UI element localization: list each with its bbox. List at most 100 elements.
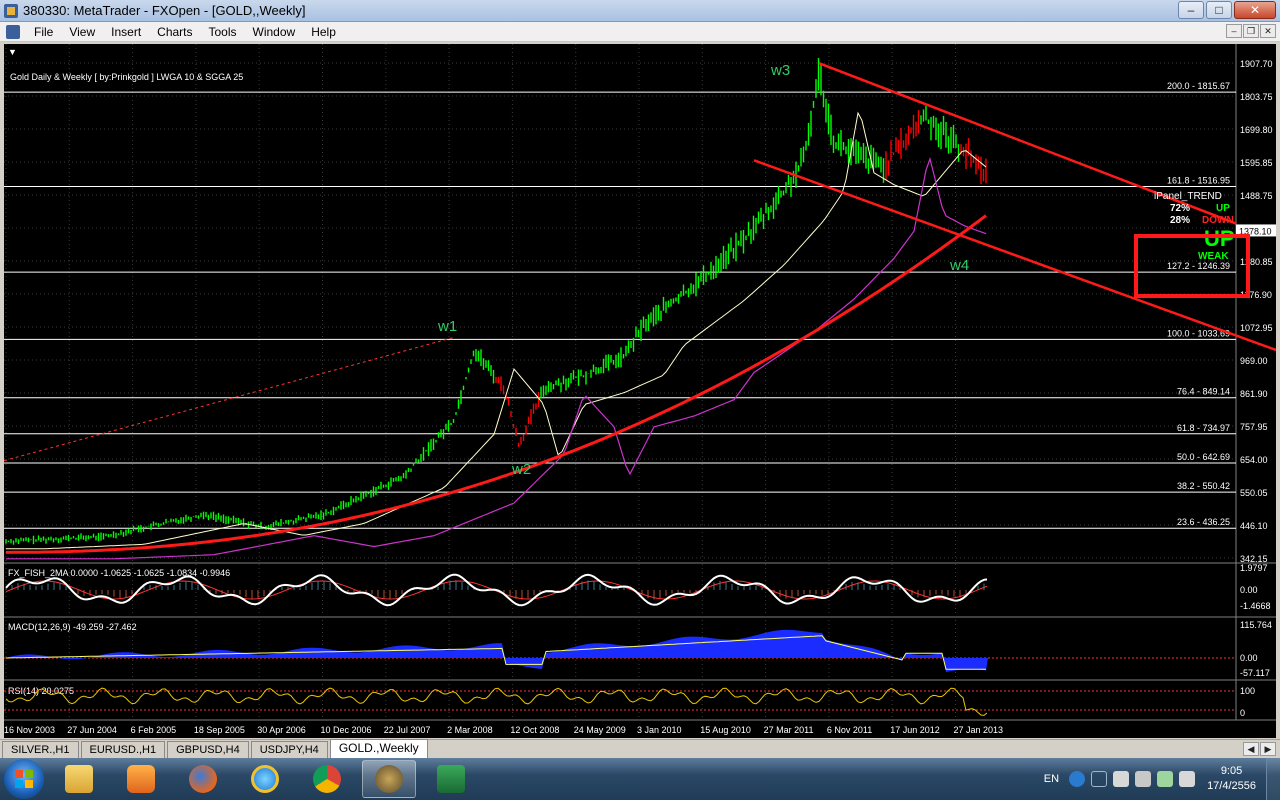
metatrader-icon xyxy=(375,765,403,793)
help-icon[interactable] xyxy=(1069,771,1086,787)
ipanel-title: iPanel_TREND xyxy=(1154,191,1222,202)
tab-scroll-right-button[interactable]: ▶ xyxy=(1260,742,1276,756)
taskbar-ie[interactable] xyxy=(238,760,292,798)
rsi-axis-label: 0 xyxy=(1240,708,1245,718)
date-axis-label: 30 Apr 2006 xyxy=(257,725,306,735)
date-axis-label: 27 Jun 2004 xyxy=(67,725,117,735)
network-icon[interactable] xyxy=(1157,771,1174,787)
tab-usdjpy[interactable]: USDJPY,H4 xyxy=(250,741,328,758)
ma-slow-line xyxy=(6,214,987,554)
tab-gold-weekly[interactable]: GOLD.,Weekly xyxy=(329,739,428,758)
tab-silver[interactable]: SILVER.,H1 xyxy=(2,741,79,758)
taskbar-explorer[interactable] xyxy=(52,760,106,798)
ipanel-down-pct: 28% xyxy=(1170,215,1190,226)
date-axis-label: 12 Oct 2008 xyxy=(510,725,559,735)
show-desktop-button[interactable] xyxy=(1266,758,1280,800)
date-axis-label: 3 Jan 2010 xyxy=(637,725,682,735)
tab-eurusd[interactable]: EURUSD.,H1 xyxy=(80,741,166,758)
menu-file[interactable]: File xyxy=(26,25,61,39)
taskbar-metatrader[interactable] xyxy=(362,760,416,798)
chart-window-icon[interactable] xyxy=(6,24,20,39)
ipanel-down-label: DOWN xyxy=(1202,215,1234,226)
fib-label: 76.4 - 849.14 xyxy=(1177,387,1230,397)
price-axis-label: 1595.85 xyxy=(1240,158,1273,168)
ipanel-up-pct: 72% xyxy=(1170,203,1190,214)
title-bar: 380330: MetaTrader - FXOpen - [GOLD,,Wee… xyxy=(0,0,1280,22)
language-indicator[interactable]: EN xyxy=(1044,773,1059,785)
price-axis-label: 861.90 xyxy=(1240,389,1268,399)
power-icon[interactable] xyxy=(1135,771,1152,787)
menu-insert[interactable]: Insert xyxy=(103,25,149,39)
menu-charts[interactable]: Charts xyxy=(149,25,200,39)
price-axis-label: 446.10 xyxy=(1240,521,1268,531)
macd-label: MACD(12,26,9) -49.259 -27.462 xyxy=(8,622,137,632)
wave-label: w2 xyxy=(511,461,531,478)
dotted-trend-line xyxy=(4,336,455,462)
taskbar-chrome[interactable] xyxy=(300,760,354,798)
date-axis-label: 22 Jul 2007 xyxy=(384,725,431,735)
excel-icon xyxy=(437,765,465,793)
ipanel-up-label: UP xyxy=(1216,203,1230,214)
ie-icon xyxy=(251,765,279,793)
maximize-button[interactable]: □ xyxy=(1206,1,1232,19)
clock[interactable]: 9:05 17/4/2556 xyxy=(1207,764,1256,794)
date-axis-label: 16 Nov 2003 xyxy=(4,725,55,735)
system-tray: EN 9:05 17/4/2556 xyxy=(1044,758,1280,800)
taskbar: EN 9:05 17/4/2556 xyxy=(0,758,1280,800)
menu-window[interactable]: Window xyxy=(245,25,304,39)
price-axis-label: 1803.75 xyxy=(1240,92,1273,102)
minimize-button[interactable]: – xyxy=(1178,1,1204,19)
taskbar-excel[interactable] xyxy=(424,760,478,798)
rsi-line xyxy=(5,687,988,716)
date-axis-label: 27 Mar 2011 xyxy=(764,725,814,735)
fib-label: 161.8 - 1516.95 xyxy=(1167,176,1230,186)
price-chart[interactable]: 1907.701803.751699.801595.851488.751378.… xyxy=(4,44,1276,738)
mdi-restore-button[interactable]: ❐ xyxy=(1243,24,1259,38)
explorer-icon xyxy=(65,765,93,793)
fisher-axis-label: -1.4668 xyxy=(1240,601,1271,611)
metatrader-icon xyxy=(4,3,18,18)
price-axis-label: 550.05 xyxy=(1240,488,1268,498)
clock-date: 17/4/2556 xyxy=(1207,780,1256,792)
mdi-close-button[interactable]: ✕ xyxy=(1260,24,1276,38)
chart-menu-arrow-icon: ▼ xyxy=(8,47,17,57)
chart-tabs: SILVER.,H1 EURUSD.,H1 GBPUSD,H4 USDJPY,H… xyxy=(0,739,1280,758)
start-button[interactable] xyxy=(4,759,44,799)
taskbar-firefox[interactable] xyxy=(176,760,230,798)
price-axis-label: 1280.85 xyxy=(1240,257,1273,267)
price-axis-label: 757.95 xyxy=(1240,422,1268,432)
tab-scroll-left-button[interactable]: ◀ xyxy=(1243,742,1259,756)
date-axis-label: 24 May 2009 xyxy=(574,725,626,735)
date-axis-label: 27 Jan 2013 xyxy=(954,725,1004,735)
price-axis-label: 1488.75 xyxy=(1240,191,1273,201)
price-axis-label: 969.00 xyxy=(1240,356,1268,366)
menu-tools[interactable]: Tools xyxy=(201,25,245,39)
wave-label: w4 xyxy=(949,257,969,274)
ma-mid-line xyxy=(6,156,987,560)
flag-icon[interactable] xyxy=(1113,771,1130,787)
volume-icon[interactable] xyxy=(1179,771,1196,787)
fib-label: 38.2 - 550.42 xyxy=(1177,481,1230,491)
fib-label: 200.0 - 1815.67 xyxy=(1167,81,1230,91)
wave-label: w3 xyxy=(770,62,790,79)
menu-help[interactable]: Help xyxy=(303,25,344,39)
tab-gbpusd[interactable]: GBPUSD,H4 xyxy=(167,741,249,758)
show-hidden-icons-icon[interactable] xyxy=(1091,771,1108,787)
close-button[interactable]: ✕ xyxy=(1234,1,1276,19)
wave-label: w1 xyxy=(437,318,457,335)
clock-time: 9:05 xyxy=(1220,765,1243,777)
ipanel-strength: WEAK xyxy=(1198,251,1229,262)
macd-axis-label: -57.117 xyxy=(1240,668,1270,678)
price-axis-label: 654.00 xyxy=(1240,455,1268,465)
media-player-icon xyxy=(127,765,155,793)
chart-header: Gold Daily & Weekly [ by:Prinkgold ] LWG… xyxy=(10,72,243,82)
fib-label: 50.0 - 642.69 xyxy=(1177,452,1230,462)
macd-axis-label: 115.764 xyxy=(1240,620,1272,630)
taskbar-media-player[interactable] xyxy=(114,760,168,798)
firefox-icon xyxy=(189,765,217,793)
date-axis-label: 2 Mar 2008 xyxy=(447,725,493,735)
date-axis-label: 15 Aug 2010 xyxy=(700,725,751,735)
mdi-minimize-button[interactable]: – xyxy=(1226,24,1242,38)
menu-view[interactable]: View xyxy=(61,25,103,39)
fisher-label: FX_FISH_2MA 0.0000 -1.0625 -1.0625 -1.08… xyxy=(8,568,230,578)
